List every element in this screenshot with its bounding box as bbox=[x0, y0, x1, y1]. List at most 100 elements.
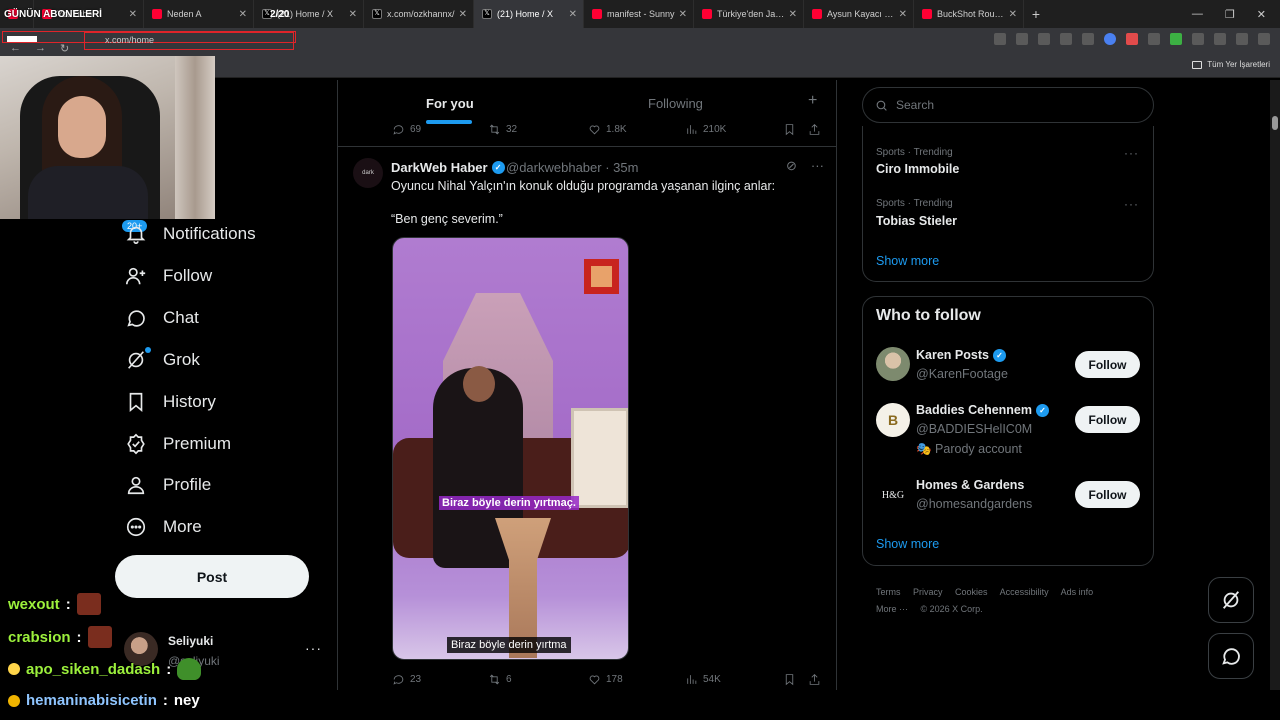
extension-icon[interactable] bbox=[1126, 33, 1138, 45]
profile-icon[interactable] bbox=[1236, 33, 1248, 45]
avatar[interactable] bbox=[876, 347, 910, 381]
close-icon[interactable]: ✕ bbox=[129, 9, 137, 20]
nav-grok[interactable]: Grok bbox=[125, 345, 200, 375]
puzzle-icon[interactable] bbox=[1192, 33, 1204, 45]
chat-separator: : bbox=[162, 692, 168, 709]
browser-tab[interactable]: manifest - Sunny ✕ bbox=[584, 0, 694, 28]
follow-suggestion-name[interactable]: Homes & Gardens bbox=[916, 478, 1024, 492]
browser-tab-bar: YouTube ✕ Neden A ✕ 𝕏 (21) Home / X ✕ 𝕏x.com… bbox=[0, 0, 1280, 28]
footer-more[interactable]: More ··· bbox=[876, 604, 908, 614]
shield-icon[interactable] bbox=[1170, 33, 1182, 45]
footer-ads-info[interactable]: Ads info bbox=[1061, 587, 1094, 597]
browser-tab[interactable]: Türkiye'den Japon ✕ bbox=[694, 0, 804, 28]
close-icon[interactable]: ✕ bbox=[349, 9, 357, 20]
repost-button[interactable]: 32 bbox=[488, 123, 517, 136]
footer-terms[interactable]: Terms bbox=[876, 587, 901, 597]
browser-tab[interactable]: Neden A ✕ bbox=[144, 0, 254, 28]
tab-for-you[interactable]: For you bbox=[426, 96, 474, 111]
share-button[interactable] bbox=[808, 673, 821, 686]
extension-icon[interactable] bbox=[1082, 33, 1094, 45]
minimize-icon[interactable]: — bbox=[1192, 8, 1203, 20]
avatar[interactable]: dark bbox=[353, 158, 383, 188]
follow-suggestion-name[interactable]: Karen Posts ✓ bbox=[916, 348, 1006, 362]
more-icon[interactable]: ··· bbox=[1124, 197, 1139, 211]
show-more-link[interactable]: Show more bbox=[876, 537, 939, 551]
repost-button[interactable]: 6 bbox=[488, 673, 512, 686]
extension-icon[interactable] bbox=[1104, 33, 1116, 45]
nav-profile[interactable]: Profile bbox=[125, 470, 211, 500]
views-button[interactable]: 54K bbox=[685, 673, 721, 686]
new-tab-button[interactable]: + bbox=[1024, 6, 1048, 22]
close-icon[interactable]: ✕ bbox=[789, 9, 797, 20]
messages-floating-button[interactable] bbox=[1208, 633, 1254, 679]
reply-button[interactable]: 23 bbox=[392, 673, 421, 686]
nav-notifications[interactable]: Notifications bbox=[125, 219, 256, 249]
youtube-icon bbox=[592, 9, 602, 19]
footer-cookies[interactable]: Cookies bbox=[955, 587, 988, 597]
views-icon bbox=[687, 125, 697, 134]
close-icon[interactable]: ✕ bbox=[1009, 9, 1017, 20]
follow-suggestion-name[interactable]: Baddies Cehennem ✓ bbox=[916, 403, 1050, 417]
post-button[interactable]: Post bbox=[115, 555, 309, 598]
footer-accessibility[interactable]: Accessibility bbox=[1000, 587, 1049, 597]
close-icon[interactable]: ✕ bbox=[569, 9, 577, 20]
install-icon[interactable] bbox=[1038, 33, 1050, 45]
browser-tab-active[interactable]: 𝕏 (21) Home / X ✕ bbox=[474, 0, 584, 28]
zoom-icon[interactable] bbox=[1016, 33, 1028, 45]
translate-icon[interactable] bbox=[994, 33, 1006, 45]
back-icon[interactable]: ← bbox=[10, 42, 21, 55]
nav-premium[interactable]: Premium bbox=[125, 429, 231, 459]
account-more-button[interactable]: ··· bbox=[305, 640, 322, 656]
tweet-video[interactable]: Biraz böyle derin yırtmaç. Biraz böyle d… bbox=[392, 237, 629, 660]
grok-icon[interactable]: ⊘ bbox=[786, 158, 797, 174]
follow-button[interactable]: Follow bbox=[1075, 406, 1140, 433]
trend-name[interactable]: Tobias Stieler bbox=[876, 214, 957, 228]
media-icon[interactable] bbox=[1214, 33, 1226, 45]
bookmark-button[interactable] bbox=[783, 673, 796, 686]
reply-button[interactable]: 69 bbox=[392, 123, 421, 136]
tweet-author[interactable]: DarkWeb Haber ✓ bbox=[391, 160, 505, 175]
all-bookmarks[interactable]: Tüm Yer İşaretleri bbox=[1192, 60, 1270, 69]
footer-privacy[interactable]: Privacy bbox=[913, 587, 943, 597]
scrollbar-thumb[interactable] bbox=[1272, 116, 1278, 130]
browser-tab[interactable]: 𝕏x.com/ozkhannx/ ✕ bbox=[364, 0, 474, 28]
emote-icon bbox=[76, 593, 101, 615]
forward-icon[interactable]: → bbox=[35, 42, 46, 55]
restore-icon[interactable]: ❐ bbox=[1225, 8, 1235, 21]
reload-icon[interactable]: ↻ bbox=[60, 42, 69, 55]
follow-button[interactable]: Follow bbox=[1075, 481, 1140, 508]
close-icon[interactable]: ✕ bbox=[899, 9, 907, 20]
nav-chat[interactable]: Chat bbox=[125, 303, 199, 333]
page-scrollbar[interactable] bbox=[1270, 80, 1280, 690]
close-icon[interactable]: ✕ bbox=[459, 9, 467, 20]
views-button[interactable]: 210K bbox=[685, 123, 726, 136]
follow-button[interactable]: Follow bbox=[1075, 351, 1140, 378]
more-icon[interactable]: ··· bbox=[1124, 146, 1139, 160]
nav-history[interactable]: History bbox=[125, 387, 216, 417]
show-more-link[interactable]: Show more bbox=[876, 254, 939, 268]
more-icon[interactable]: ··· bbox=[811, 158, 824, 174]
bookmark-button[interactable] bbox=[783, 123, 796, 136]
nav-more[interactable]: More bbox=[125, 512, 202, 542]
add-tab-button[interactable]: + bbox=[808, 92, 817, 110]
menu-icon[interactable] bbox=[1258, 33, 1270, 45]
extension-icon[interactable] bbox=[1148, 33, 1160, 45]
avatar[interactable]: B bbox=[876, 403, 910, 437]
trend-name[interactable]: Ciro Immobile bbox=[876, 162, 959, 176]
grok-floating-button[interactable] bbox=[1208, 577, 1254, 623]
browser-tab[interactable]: BuckShot Roulett ✕ bbox=[914, 0, 1024, 28]
nav-follow[interactable]: Follow bbox=[125, 261, 212, 291]
share-button[interactable] bbox=[808, 123, 821, 136]
close-icon[interactable]: ✕ bbox=[239, 9, 247, 20]
star-icon[interactable] bbox=[1060, 33, 1072, 45]
url-input[interactable]: x.com/home bbox=[84, 32, 294, 50]
close-window-icon[interactable]: ✕ bbox=[1257, 8, 1266, 21]
browser-tab[interactable]: Aysun Kayacı hak ✕ bbox=[804, 0, 914, 28]
homes-gardens-logo[interactable]: H&G bbox=[876, 478, 910, 512]
user-name: Homes & Gardens bbox=[916, 478, 1025, 492]
tab-following[interactable]: Following bbox=[648, 96, 703, 111]
like-button[interactable]: 1.8K bbox=[588, 123, 627, 136]
close-icon[interactable]: ✕ bbox=[679, 9, 687, 20]
like-button[interactable]: 178 bbox=[588, 673, 623, 686]
search-input[interactable]: Search bbox=[862, 87, 1154, 123]
